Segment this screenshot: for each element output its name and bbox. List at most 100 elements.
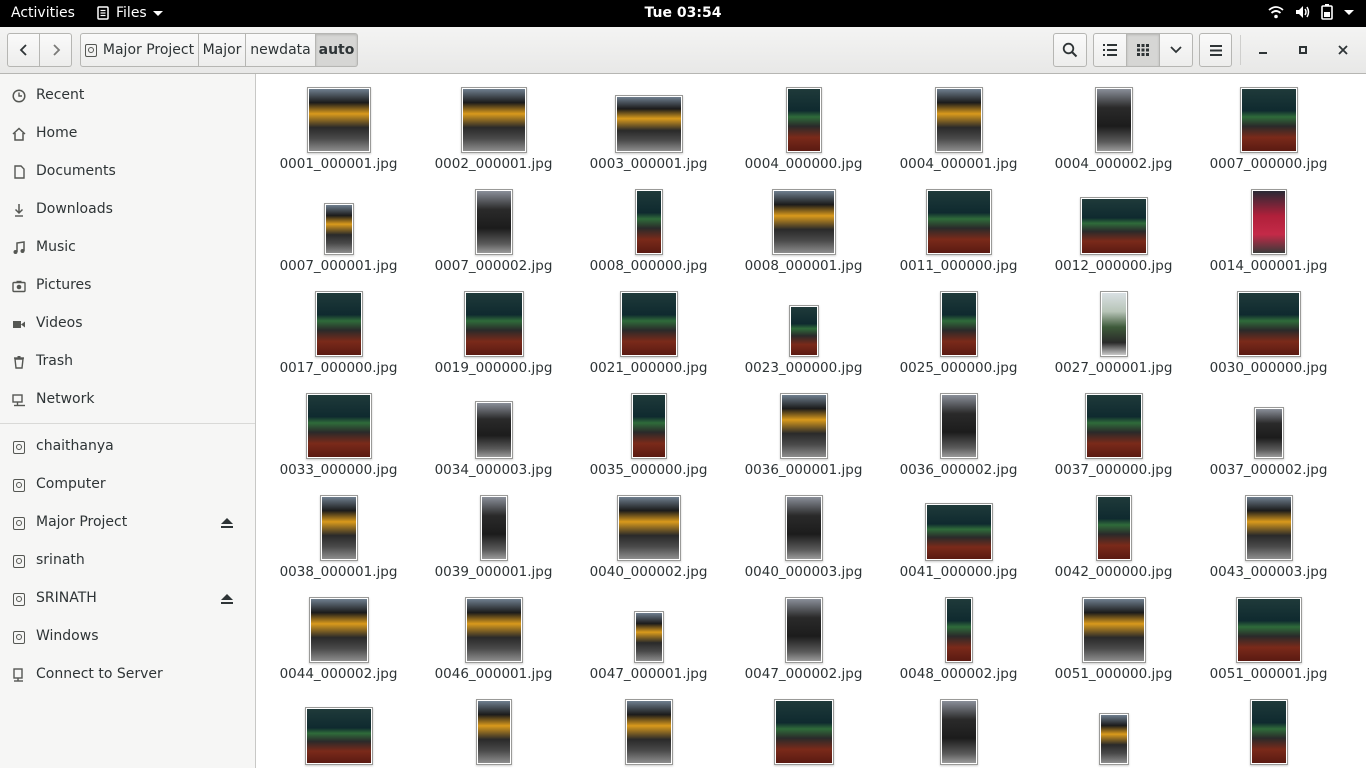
sidebar-item-downloads[interactable]: Downloads — [0, 193, 255, 227]
sidebar-item-documents[interactable]: Documents — [0, 155, 255, 189]
sidebar-item-windows[interactable]: Windows — [0, 620, 255, 654]
file-item[interactable]: 0051_000001.jpg — [1191, 585, 1346, 687]
sidebar-item-pictures[interactable]: Pictures — [0, 269, 255, 303]
breadcrumb-major[interactable]: Major — [199, 33, 246, 67]
file-item[interactable] — [571, 687, 726, 768]
thumbnail-area — [416, 389, 571, 459]
file-name: 0014_000001.jpg — [1209, 258, 1328, 274]
file-item[interactable]: 0047_000002.jpg — [726, 585, 881, 687]
breadcrumb-newdata[interactable]: newdata — [246, 33, 316, 67]
file-item[interactable]: 0019_000000.jpg — [416, 279, 571, 381]
file-item[interactable]: 0048_000002.jpg — [881, 585, 1036, 687]
eject-icon[interactable] — [220, 592, 234, 606]
drive-icon — [12, 554, 26, 568]
sidebar-item-major-project[interactable]: Major Project — [0, 506, 255, 540]
thumbnail-area — [881, 593, 1036, 663]
hamburger-icon — [1209, 44, 1222, 56]
file-item[interactable]: 0051_000000.jpg — [1036, 585, 1191, 687]
file-item[interactable]: 0046_000001.jpg — [416, 585, 571, 687]
sidebar-item-srinath[interactable]: SRINATH — [0, 582, 255, 616]
app-menu[interactable]: Files — [96, 5, 163, 21]
breadcrumb-major-project[interactable]: Major Project — [80, 33, 199, 67]
file-item[interactable]: 0008_000000.jpg — [571, 177, 726, 279]
file-item[interactable] — [261, 687, 416, 768]
thumbnail-area — [571, 185, 726, 255]
file-item[interactable]: 0044_000002.jpg — [261, 585, 416, 687]
file-item[interactable]: 0023_000000.jpg — [726, 279, 881, 381]
clock[interactable]: Tue 03:54 — [645, 5, 722, 21]
thumbnail-area — [1036, 185, 1191, 255]
file-name: 0002_000001.jpg — [434, 156, 553, 172]
file-item[interactable]: 0036_000001.jpg — [726, 381, 881, 483]
sidebar-item-connect-to-server[interactable]: Connect to Server — [0, 658, 255, 692]
file-item[interactable]: 0014_000001.jpg — [1191, 177, 1346, 279]
file-item[interactable]: 0007_000002.jpg — [416, 177, 571, 279]
sidebar-item-music[interactable]: Music — [0, 231, 255, 265]
file-item[interactable]: 0004_000000.jpg — [726, 75, 881, 177]
sidebar-item-computer[interactable]: Computer — [0, 468, 255, 502]
file-item[interactable] — [416, 687, 571, 768]
file-item[interactable]: 0017_000000.jpg — [261, 279, 416, 381]
search-button[interactable] — [1053, 33, 1087, 67]
file-item[interactable]: 0037_000000.jpg — [1036, 381, 1191, 483]
maximize-button[interactable] — [1293, 40, 1313, 60]
eject-icon[interactable] — [220, 516, 234, 530]
file-item[interactable]: 0004_000002.jpg — [1036, 75, 1191, 177]
file-item[interactable]: 0021_000000.jpg — [571, 279, 726, 381]
breadcrumb-auto[interactable]: auto — [316, 33, 358, 67]
list-view-button[interactable] — [1093, 33, 1127, 67]
grid-view-button[interactable] — [1127, 33, 1160, 67]
file-item[interactable] — [881, 687, 1036, 768]
file-item[interactable]: 0003_000001.jpg — [571, 75, 726, 177]
file-item[interactable]: 0011_000000.jpg — [881, 177, 1036, 279]
file-item[interactable]: 0027_000001.jpg — [1036, 279, 1191, 381]
file-item[interactable]: 0012_000000.jpg — [1036, 177, 1191, 279]
file-item[interactable]: 0007_000000.jpg — [1191, 75, 1346, 177]
file-item[interactable]: 0002_000001.jpg — [416, 75, 571, 177]
file-item[interactable]: 0001_000001.jpg — [261, 75, 416, 177]
forward-button[interactable] — [40, 33, 72, 67]
back-button[interactable] — [7, 33, 40, 67]
sidebar-item-home[interactable]: Home — [0, 117, 255, 151]
file-item[interactable]: 0025_000000.jpg — [881, 279, 1036, 381]
file-item[interactable]: 0033_000000.jpg — [261, 381, 416, 483]
system-menu[interactable] — [1268, 4, 1354, 20]
minimize-button[interactable] — [1253, 40, 1273, 60]
activities-button[interactable]: Activities — [11, 5, 75, 21]
file-item[interactable]: 0007_000001.jpg — [261, 177, 416, 279]
close-button[interactable] — [1333, 40, 1353, 60]
file-item[interactable]: 0043_000003.jpg — [1191, 483, 1346, 585]
file-item[interactable]: 0004_000001.jpg — [881, 75, 1036, 177]
sidebar-item-chaithanya[interactable]: chaithanya — [0, 430, 255, 464]
thumbnail-area — [881, 185, 1036, 255]
sidebar-item-videos[interactable]: Videos — [0, 307, 255, 341]
sidebar-item-network[interactable]: Network — [0, 383, 255, 417]
file-item[interactable]: 0034_000003.jpg — [416, 381, 571, 483]
sidebar-item-trash[interactable]: Trash — [0, 345, 255, 379]
menu-button[interactable] — [1199, 33, 1232, 67]
file-item[interactable] — [726, 687, 881, 768]
file-item[interactable]: 0036_000002.jpg — [881, 381, 1036, 483]
file-item[interactable]: 0037_000002.jpg — [1191, 381, 1346, 483]
file-item[interactable]: 0040_000002.jpg — [571, 483, 726, 585]
breadcrumb-label: newdata — [250, 42, 311, 58]
file-item[interactable] — [1036, 687, 1191, 768]
sidebar-item-srinath[interactable]: srinath — [0, 544, 255, 578]
file-item[interactable]: 0042_000000.jpg — [1036, 483, 1191, 585]
file-name: 0047_000001.jpg — [589, 666, 708, 682]
view-options-button[interactable] — [1160, 33, 1193, 67]
file-item[interactable]: 0035_000000.jpg — [571, 381, 726, 483]
sidebar-item-label: Videos — [36, 315, 83, 331]
sidebar-item-recent[interactable]: Recent — [0, 79, 255, 113]
file-item[interactable]: 0047_000001.jpg — [571, 585, 726, 687]
file-name: 0034_000003.jpg — [434, 462, 553, 478]
file-item[interactable]: 0038_000001.jpg — [261, 483, 416, 585]
file-item[interactable]: 0041_000000.jpg — [881, 483, 1036, 585]
file-item[interactable]: 0039_000001.jpg — [416, 483, 571, 585]
file-item[interactable]: 0008_000001.jpg — [726, 177, 881, 279]
file-name: 0003_000001.jpg — [589, 156, 708, 172]
file-item[interactable] — [1191, 687, 1346, 768]
file-item[interactable]: 0030_000000.jpg — [1191, 279, 1346, 381]
file-item[interactable]: 0040_000003.jpg — [726, 483, 881, 585]
image-thumbnail — [1099, 291, 1128, 357]
